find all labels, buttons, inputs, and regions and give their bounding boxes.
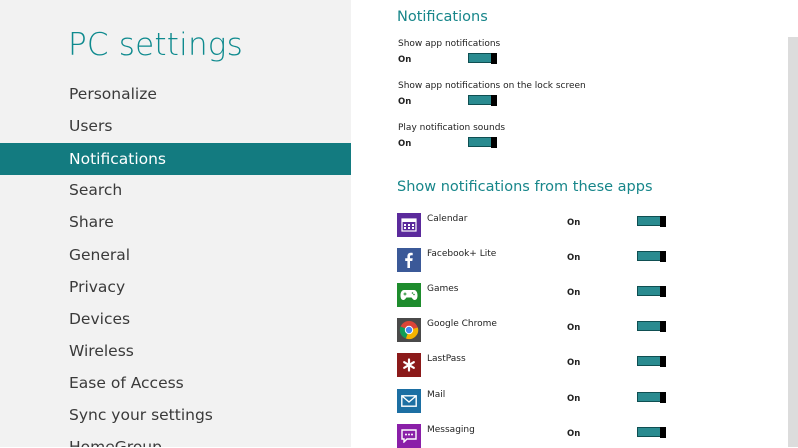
- setting-label: Show app notifications: [398, 39, 501, 49]
- list-item: Google Chrome On: [397, 318, 727, 342]
- sidebar-item-wireless[interactable]: Wireless: [0, 335, 351, 367]
- app-value: On: [567, 429, 581, 439]
- mail-toggle[interactable]: [637, 391, 666, 403]
- list-item: Facebook+ Lite On: [397, 248, 727, 272]
- app-name: Messaging: [427, 425, 475, 435]
- app-name: Games: [427, 284, 459, 294]
- setting-label: Play notification sounds: [398, 123, 506, 133]
- app-value: On: [567, 323, 581, 333]
- mail-icon: [397, 389, 421, 413]
- app-value: On: [567, 288, 581, 298]
- notifications-heading: Notifications: [397, 9, 488, 25]
- facebook-icon: [397, 248, 421, 272]
- app-name: Google Chrome: [427, 319, 497, 329]
- sidebar-item-users[interactable]: Users: [0, 110, 351, 142]
- sidebar-item-privacy[interactable]: Privacy: [0, 271, 351, 303]
- sidebar-item-homegroup[interactable]: HomeGroup: [0, 431, 351, 447]
- sidebar: PC settings Personalize Users Notificati…: [0, 0, 351, 447]
- messaging-toggle[interactable]: [637, 426, 666, 438]
- app-value: On: [567, 358, 581, 368]
- calendar-toggle[interactable]: [637, 215, 666, 227]
- setting-value: On: [398, 139, 412, 149]
- notification-sounds-toggle[interactable]: [468, 136, 497, 148]
- setting-label: Show app notifications on the lock scree…: [398, 81, 586, 91]
- lastpass-toggle[interactable]: [637, 355, 666, 367]
- sidebar-item-general[interactable]: General: [0, 239, 351, 271]
- app-name: LastPass: [427, 354, 466, 364]
- calendar-icon: [397, 213, 421, 237]
- sidebar-item-devices[interactable]: Devices: [0, 303, 351, 335]
- messaging-icon: [397, 424, 421, 448]
- page-title: PC settings: [68, 27, 243, 63]
- app-value: On: [567, 394, 581, 404]
- sidebar-item-ease-of-access[interactable]: Ease of Access: [0, 367, 351, 399]
- sidebar-item-notifications[interactable]: Notifications: [0, 143, 351, 175]
- sidebar-item-personalize[interactable]: Personalize: [0, 78, 351, 110]
- app-value: On: [567, 218, 581, 228]
- list-item: Calendar On: [397, 213, 727, 237]
- main-content: Notifications Show app notifications On …: [351, 0, 798, 448]
- list-item: Games On: [397, 283, 727, 307]
- chrome-icon: [397, 318, 421, 342]
- sidebar-item-share[interactable]: Share: [0, 206, 351, 238]
- app-name: Facebook+ Lite: [427, 249, 497, 259]
- gamepad-icon: [397, 283, 421, 307]
- lock-screen-notifications-toggle[interactable]: [468, 94, 497, 106]
- list-item: Mail On: [397, 389, 727, 413]
- list-item: Messaging On: [397, 424, 727, 448]
- apps-heading: Show notifications from these apps: [397, 179, 653, 195]
- list-item: LastPass On: [397, 353, 727, 377]
- app-value: On: [567, 253, 581, 263]
- scrollbar[interactable]: [788, 37, 798, 447]
- app-notifications-toggle[interactable]: [468, 52, 497, 64]
- app-name: Mail: [427, 390, 446, 400]
- chrome-toggle[interactable]: [637, 320, 666, 332]
- setting-value: On: [398, 55, 412, 65]
- games-toggle[interactable]: [637, 285, 666, 297]
- facebook-toggle[interactable]: [637, 250, 666, 262]
- sidebar-item-search[interactable]: Search: [0, 174, 351, 206]
- setting-value: On: [398, 97, 412, 107]
- lastpass-icon: [397, 353, 421, 377]
- sidebar-item-sync-settings[interactable]: Sync your settings: [0, 399, 351, 431]
- app-name: Calendar: [427, 214, 468, 224]
